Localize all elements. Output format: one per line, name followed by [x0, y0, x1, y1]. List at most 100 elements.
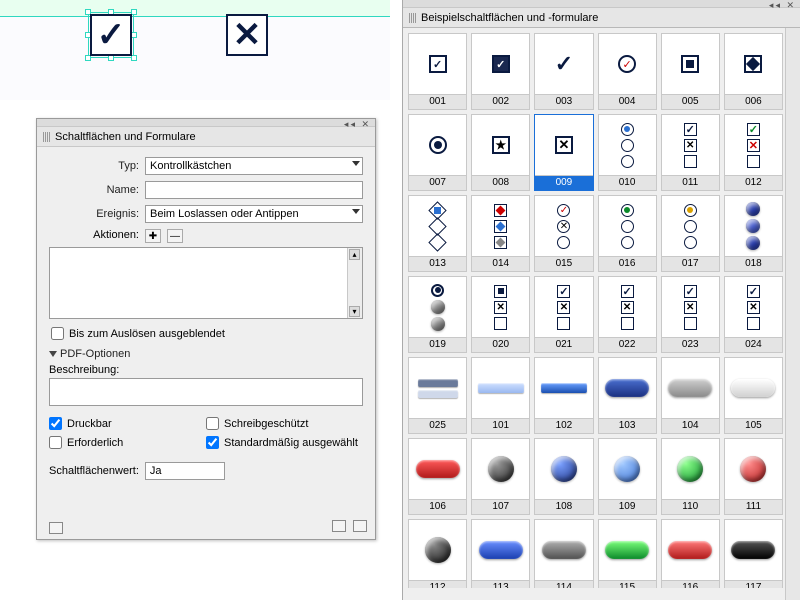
library-item-021[interactable]: ✓021	[534, 276, 593, 353]
library-item-018[interactable]: 018	[724, 195, 783, 272]
library-item-007[interactable]: 007	[408, 114, 467, 191]
library-item-label: 102	[535, 418, 592, 433]
library-item-101[interactable]: 101	[471, 357, 530, 434]
printable-checkbox[interactable]	[49, 417, 62, 430]
library-item-009[interactable]: 009	[534, 114, 593, 191]
library-item-008[interactable]: 008	[471, 114, 530, 191]
add-action-button[interactable]: ✚	[145, 229, 161, 243]
scroll-down-icon[interactable]: ▾	[349, 306, 360, 317]
library-item-107[interactable]: 107	[471, 438, 530, 515]
remove-action-button[interactable]: —	[167, 229, 183, 243]
library-thumbnail	[725, 520, 782, 580]
type-select[interactable]: Kontrollkästchen	[145, 157, 363, 175]
library-item-006[interactable]: 006	[724, 33, 783, 110]
library-item-025[interactable]: 025	[408, 357, 467, 434]
preview-icon[interactable]	[49, 522, 63, 534]
library-item-022[interactable]: ✓022	[598, 276, 657, 353]
panel-tab[interactable]: Schaltflächen und Formulare	[37, 127, 375, 147]
hidden-until-checkbox[interactable]	[51, 327, 64, 340]
library-item-113[interactable]: 113	[471, 519, 530, 588]
library-item-011[interactable]: ✓011	[661, 114, 720, 191]
library-item-020[interactable]: 020	[471, 276, 530, 353]
library-item-104[interactable]: 104	[661, 357, 720, 434]
library-item-023[interactable]: ✓023	[661, 276, 720, 353]
library-thumbnail	[535, 439, 592, 499]
library-thumbnail	[472, 520, 529, 580]
library-thumbnail: ✓	[662, 277, 719, 337]
lib-drag-bar[interactable]: ◂◂ ✕	[403, 0, 800, 8]
library-item-label: 009	[535, 175, 592, 190]
library-item-112[interactable]: 112	[408, 519, 467, 588]
name-input[interactable]	[145, 181, 363, 199]
library-item-111[interactable]: 111	[724, 438, 783, 515]
library-item-014[interactable]: 014	[471, 195, 530, 272]
library-thumbnail	[662, 520, 719, 580]
canvas-checkbox-checked[interactable]: ✓	[90, 14, 132, 56]
library-item-010[interactable]: 010	[598, 114, 657, 191]
library-item-002[interactable]: ✓002	[471, 33, 530, 110]
panel-controls-icon[interactable]: ◂◂ ✕	[344, 119, 371, 130]
library-item-108[interactable]: 108	[534, 438, 593, 515]
grip-icon	[409, 13, 417, 23]
library-thumbnail	[472, 277, 529, 337]
library-item-label: 110	[662, 499, 719, 514]
library-item-label: 002	[472, 94, 529, 109]
library-item-label: 115	[599, 580, 656, 588]
library-item-label: 003	[535, 94, 592, 109]
library-item-102[interactable]: 102	[534, 357, 593, 434]
library-item-label: 117	[725, 580, 782, 588]
event-select[interactable]: Beim Loslassen oder Antippen	[145, 205, 363, 223]
library-item-103[interactable]: 103	[598, 357, 657, 434]
grip-icon	[43, 132, 51, 142]
library-item-013[interactable]: 013	[408, 195, 467, 272]
library-item-106[interactable]: 106	[408, 438, 467, 515]
library-item-012[interactable]: ✓✕012	[724, 114, 783, 191]
library-item-017[interactable]: 017	[661, 195, 720, 272]
panel-controls-icon[interactable]: ◂◂ ✕	[769, 0, 796, 11]
lib-panel-title: Beispielschaltflächen und -formulare	[421, 12, 598, 24]
panel-drag-bar[interactable]: ◂◂ ✕	[37, 119, 375, 127]
readonly-checkbox[interactable]	[206, 417, 219, 430]
library-item-label: 004	[599, 94, 656, 109]
library-item-116[interactable]: 116	[661, 519, 720, 588]
library-item-024[interactable]: ✓024	[724, 276, 783, 353]
convert-icon[interactable]	[332, 520, 346, 532]
library-thumbnail	[409, 358, 466, 418]
library-item-label: 016	[599, 256, 656, 271]
default-selected-checkbox[interactable]	[206, 436, 219, 449]
trash-icon[interactable]	[353, 520, 367, 532]
lib-panel-tab[interactable]: Beispielschaltflächen und -formulare	[403, 8, 800, 28]
library-item-001[interactable]: ✓001	[408, 33, 467, 110]
scrollbar[interactable]: ▴▾	[347, 248, 362, 318]
library-item-117[interactable]: 117	[724, 519, 783, 588]
library-thumbnail	[599, 520, 656, 580]
library-item-016[interactable]: 016	[598, 195, 657, 272]
library-thumbnail: ✓	[409, 34, 466, 94]
library-item-105[interactable]: 105	[724, 357, 783, 434]
pdf-options-disclosure[interactable]: PDF-Optionen	[49, 348, 363, 360]
required-checkbox[interactable]	[49, 436, 62, 449]
library-thumbnail	[535, 520, 592, 580]
canvas-checkbox-x[interactable]: ✕	[226, 14, 268, 56]
library-thumbnail	[725, 439, 782, 499]
library-item-115[interactable]: 115	[598, 519, 657, 588]
library-thumbnail	[472, 439, 529, 499]
description-input[interactable]	[49, 378, 363, 406]
library-item-019[interactable]: 019	[408, 276, 467, 353]
library-item-109[interactable]: 109	[598, 438, 657, 515]
library-item-004[interactable]: ✓004	[598, 33, 657, 110]
library-thumbnail	[599, 439, 656, 499]
button-value-input[interactable]	[145, 462, 225, 480]
document-canvas[interactable]: ✓ ✕	[0, 0, 390, 100]
actions-list[interactable]: ▴▾	[49, 247, 363, 319]
library-thumbnail	[535, 358, 592, 418]
library-thumbnail: ✓	[725, 277, 782, 337]
library-item-003[interactable]: ✓003	[534, 33, 593, 110]
library-item-015[interactable]: ✓015	[534, 195, 593, 272]
library-thumbnail	[409, 277, 466, 337]
lib-scrollbar[interactable]	[785, 28, 800, 600]
library-item-110[interactable]: 110	[661, 438, 720, 515]
scroll-up-icon[interactable]: ▴	[349, 249, 360, 260]
library-item-114[interactable]: 114	[534, 519, 593, 588]
library-item-005[interactable]: 005	[661, 33, 720, 110]
